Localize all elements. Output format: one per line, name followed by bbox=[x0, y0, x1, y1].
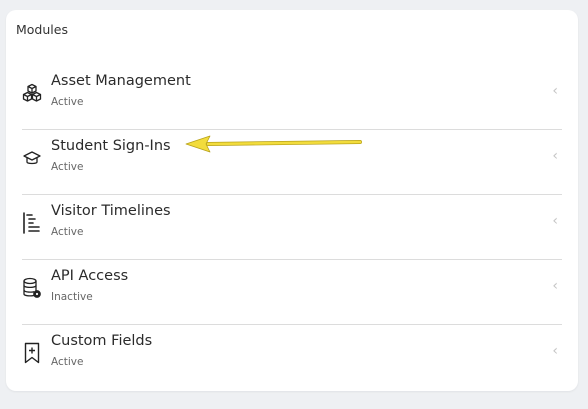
modules-list: Asset Management Active ‹ Student Sign-I… bbox=[22, 65, 562, 390]
cubes-icon bbox=[22, 81, 42, 105]
module-row-custom-fields[interactable]: Custom Fields Active ‹ bbox=[22, 325, 562, 390]
timeline-list-icon bbox=[22, 211, 42, 235]
bookmark-plus-icon bbox=[22, 341, 42, 365]
chevron-left-icon: ‹ bbox=[552, 343, 558, 359]
module-status: Active bbox=[51, 356, 84, 368]
module-row-visitor-timelines[interactable]: Visitor Timelines Active ‹ bbox=[22, 195, 562, 260]
graduation-cap-icon bbox=[22, 146, 42, 170]
module-status: Active bbox=[51, 226, 84, 238]
annotation-arrow bbox=[185, 135, 362, 153]
module-label: Visitor Timelines bbox=[51, 203, 171, 219]
modules-panel: Modules Asset Management Active ‹ Studen… bbox=[6, 10, 578, 391]
chevron-left-icon: ‹ bbox=[552, 83, 558, 99]
chevron-left-icon: ‹ bbox=[552, 278, 558, 294]
module-status: Active bbox=[51, 161, 84, 173]
module-row-asset-management[interactable]: Asset Management Active ‹ bbox=[22, 65, 562, 130]
module-label: Custom Fields bbox=[51, 333, 153, 349]
chevron-left-icon: ‹ bbox=[552, 213, 558, 229]
module-label: Asset Management bbox=[51, 73, 191, 89]
module-label: Student Sign-Ins bbox=[51, 138, 171, 154]
module-label: API Access bbox=[51, 268, 129, 284]
module-status: Active bbox=[51, 96, 84, 108]
module-status: Inactive bbox=[51, 291, 93, 303]
panel-title: Modules bbox=[16, 22, 68, 37]
database-gear-icon bbox=[22, 276, 42, 300]
chevron-left-icon: ‹ bbox=[552, 148, 558, 164]
module-row-api-access[interactable]: API Access Inactive ‹ bbox=[22, 260, 562, 325]
